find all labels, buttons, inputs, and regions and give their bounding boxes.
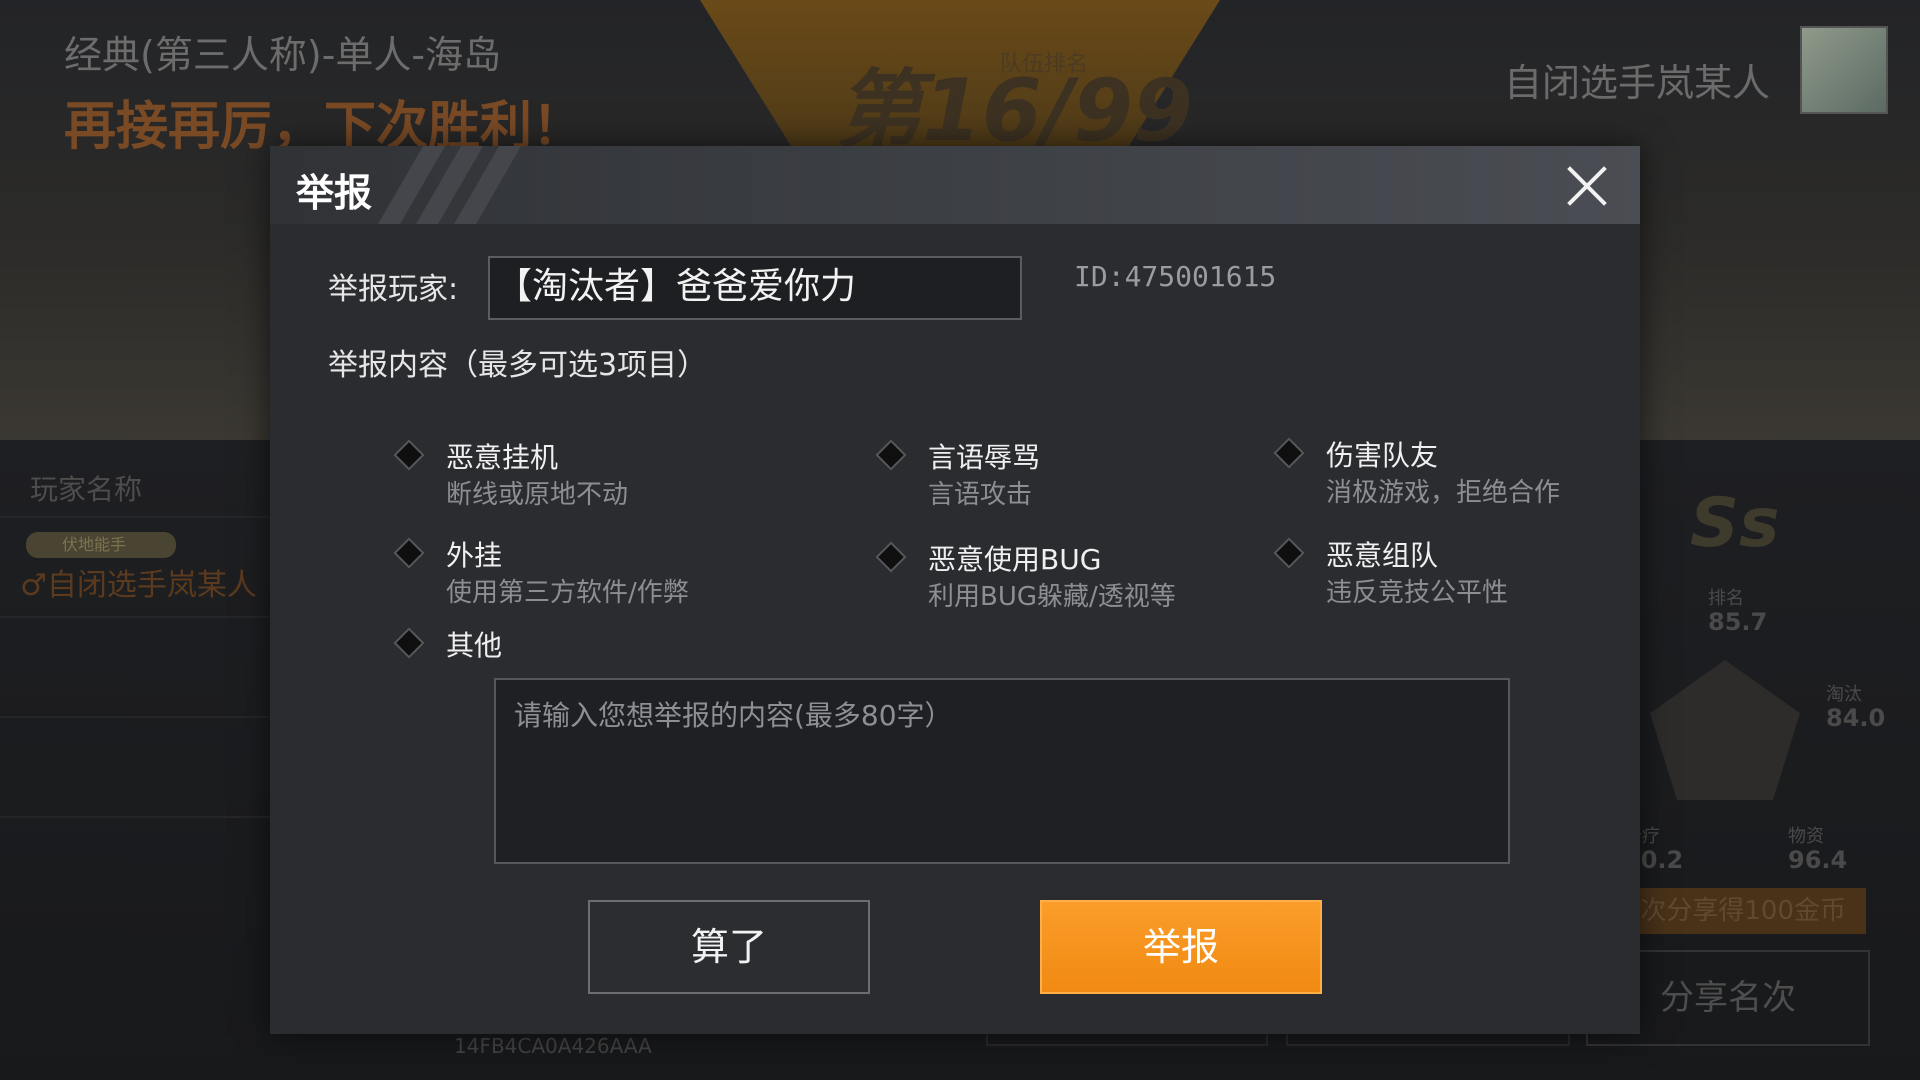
option-desc: 违反竞技公平性 (1326, 578, 1509, 608)
option-title: 其他 (446, 629, 503, 662)
player-id: ID:475001615 (1074, 260, 1277, 293)
player-name: 自闭选手岚某人 (1504, 61, 1771, 105)
column-header: 玩家名称 (30, 473, 143, 506)
checkbox-diamond-icon[interactable] (875, 439, 907, 471)
team-rank-label: 队伍排名 (1000, 52, 1089, 77)
checkbox-diamond-icon[interactable] (1273, 537, 1305, 569)
content-label: 举报内容（最多可选3项目） (328, 348, 708, 383)
stat-label-eliminations: 淘汰 (1826, 684, 1862, 705)
divider (0, 816, 270, 818)
checkbox-diamond-icon[interactable] (875, 541, 907, 573)
option-title: 恶意使用BUG (928, 543, 1102, 576)
option-desc: 使用第三方软件/作弊 (446, 578, 689, 608)
cancel-button[interactable]: 算了 (588, 900, 870, 994)
report-button[interactable]: 举报 (1040, 900, 1322, 994)
grade-badge: Ss (1690, 484, 1780, 563)
stat-label-supplies: 物资 (1788, 826, 1824, 847)
match-hash: 14FB4CA0A426AAA (454, 1034, 652, 1058)
close-icon[interactable] (1564, 162, 1610, 208)
list-item-name: ♂自闭选手岚某人 (20, 568, 257, 603)
divider (0, 716, 270, 718)
report-dialog: 举报 举报玩家: 【淘汰者】爸爸爱你力 ID:475001615 举报内容（最多… (270, 146, 1640, 1034)
option-desc: 言语攻击 (928, 480, 1033, 510)
divider (0, 516, 270, 518)
option-title: 伤害队友 (1326, 439, 1439, 472)
dialog-header: 举报 (270, 146, 1640, 224)
checkbox-diamond-icon[interactable] (393, 537, 425, 569)
stat-value-supplies: 96.4 (1788, 846, 1848, 874)
title-badge: 伏地能手 (26, 532, 176, 558)
stat-label-rank: 排名 (1708, 588, 1744, 609)
option-title: 言语辱骂 (928, 441, 1041, 474)
divider (0, 616, 270, 618)
option-title: 外挂 (446, 539, 503, 572)
stat-value-rank: 85.7 (1708, 608, 1768, 636)
option-title: 恶意挂机 (446, 441, 559, 474)
checkbox-diamond-icon[interactable] (1273, 437, 1305, 469)
reported-player-field: 【淘汰者】爸爸爱你力 (488, 256, 1022, 320)
report-text-input[interactable]: 请输入您想举报的内容(最多80字） (494, 678, 1510, 864)
stat-value-eliminations: 84.0 (1826, 704, 1886, 732)
option-desc: 利用BUG躲藏/透视等 (928, 582, 1176, 612)
option-desc: 消极游戏，拒绝合作 (1326, 478, 1561, 508)
dialog-title: 举报 (296, 171, 373, 215)
match-mode: 经典(第三人称)-单人-海岛 (64, 33, 502, 77)
option-title: 恶意组队 (1326, 539, 1439, 572)
option-desc: 断线或原地不动 (446, 480, 629, 510)
player-label: 举报玩家: (328, 272, 459, 307)
checkbox-diamond-icon[interactable] (393, 627, 425, 659)
checkbox-diamond-icon[interactable] (393, 439, 425, 471)
avatar[interactable] (1800, 26, 1888, 114)
